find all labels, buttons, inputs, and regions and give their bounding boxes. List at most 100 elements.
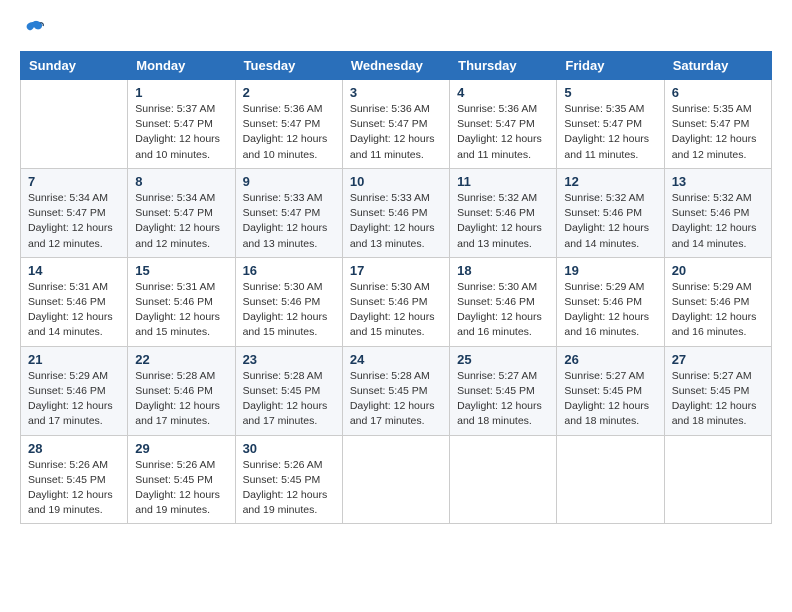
calendar-cell: 22 Sunrise: 5:28 AM Sunset: 5:46 PM Dayli… xyxy=(128,346,235,435)
day-info: Sunrise: 5:26 AM Sunset: 5:45 PM Dayligh… xyxy=(28,458,120,519)
calendar-cell: 8Sunrise: 5:34 AM Sunset: 5:47 PM Daylig… xyxy=(128,168,235,257)
calendar-cell: 2 Sunrise: 5:36 AM Sunset: 5:47 PM Daylig… xyxy=(235,80,342,169)
day-number: 17 xyxy=(350,263,442,278)
calendar-cell: 9 Sunrise: 5:33 AM Sunset: 5:47 PM Daylig… xyxy=(235,168,342,257)
day-info: Sunrise: 5:32 AM Sunset: 5:46 PM Dayligh… xyxy=(564,191,656,252)
day-info: Sunrise: 5:31 AM Sunset: 5:46 PM Dayligh… xyxy=(28,280,120,341)
day-info: Sunrise: 5:34 AM Sunset: 5:47 PM Dayligh… xyxy=(28,191,120,252)
calendar-cell: 4 Sunrise: 5:36 AM Sunset: 5:47 PM Daylig… xyxy=(450,80,557,169)
day-number: 21 xyxy=(28,352,120,367)
week-row-2: 14 Sunrise: 5:31 AM Sunset: 5:46 PM Dayli… xyxy=(21,257,772,346)
day-number: 10 xyxy=(350,174,442,189)
calendar-cell: 11 Sunrise: 5:32 AM Sunset: 5:46 PM Dayli… xyxy=(450,168,557,257)
calendar-cell: 26 Sunrise: 5:27 AM Sunset: 5:45 PM Dayli… xyxy=(557,346,664,435)
calendar-cell: 29 Sunrise: 5:26 AM Sunset: 5:45 PM Dayli… xyxy=(128,435,235,524)
header-thursday: Thursday xyxy=(450,52,557,80)
day-info: Sunrise: 5:29 AM Sunset: 5:46 PM Dayligh… xyxy=(28,369,120,430)
day-info: Sunrise: 5:27 AM Sunset: 5:45 PM Dayligh… xyxy=(564,369,656,430)
calendar-cell xyxy=(342,435,449,524)
day-number: 25 xyxy=(457,352,549,367)
day-number: 3 xyxy=(350,85,442,100)
day-number: 9 xyxy=(243,174,335,189)
day-number: 24 xyxy=(350,352,442,367)
calendar-cell xyxy=(664,435,771,524)
bird-icon xyxy=(22,20,44,43)
calendar-cell: 19 Sunrise: 5:29 AM Sunset: 5:46 PM Dayli… xyxy=(557,257,664,346)
calendar-cell: 24 Sunrise: 5:28 AM Sunset: 5:45 PM Dayli… xyxy=(342,346,449,435)
day-info: Sunrise: 5:35 AM Sunset: 5:47 PM Dayligh… xyxy=(564,102,656,163)
header-wednesday: Wednesday xyxy=(342,52,449,80)
calendar-cell: 30 Sunrise: 5:26 AM Sunset: 5:45 PM Dayli… xyxy=(235,435,342,524)
day-number: 1 xyxy=(135,85,227,100)
day-info: Sunrise: 5:27 AM Sunset: 5:45 PM Dayligh… xyxy=(672,369,764,430)
day-info: Sunrise: 5:26 AM Sunset: 5:45 PM Dayligh… xyxy=(243,458,335,519)
day-info: Sunrise: 5:32 AM Sunset: 5:46 PM Dayligh… xyxy=(457,191,549,252)
day-info: Sunrise: 5:37 AM Sunset: 5:47 PM Dayligh… xyxy=(135,102,227,163)
calendar-cell: 13Sunrise: 5:32 AM Sunset: 5:46 PM Dayli… xyxy=(664,168,771,257)
day-number: 12 xyxy=(564,174,656,189)
calendar-cell xyxy=(450,435,557,524)
calendar-cell: 20 Sunrise: 5:29 AM Sunset: 5:46 PM Dayli… xyxy=(664,257,771,346)
calendar-cell: 23Sunrise: 5:28 AM Sunset: 5:45 PM Dayli… xyxy=(235,346,342,435)
header-row: SundayMondayTuesdayWednesdayThursdayFrid… xyxy=(21,52,772,80)
day-info: Sunrise: 5:34 AM Sunset: 5:47 PM Dayligh… xyxy=(135,191,227,252)
day-info: Sunrise: 5:36 AM Sunset: 5:47 PM Dayligh… xyxy=(457,102,549,163)
calendar-cell: 15 Sunrise: 5:31 AM Sunset: 5:46 PM Dayli… xyxy=(128,257,235,346)
header-tuesday: Tuesday xyxy=(235,52,342,80)
calendar-cell: 7Sunrise: 5:34 AM Sunset: 5:47 PM Daylig… xyxy=(21,168,128,257)
week-row-0: 1 Sunrise: 5:37 AM Sunset: 5:47 PM Daylig… xyxy=(21,80,772,169)
day-info: Sunrise: 5:26 AM Sunset: 5:45 PM Dayligh… xyxy=(135,458,227,519)
header-monday: Monday xyxy=(128,52,235,80)
day-info: Sunrise: 5:29 AM Sunset: 5:46 PM Dayligh… xyxy=(672,280,764,341)
calendar-cell: 1 Sunrise: 5:37 AM Sunset: 5:47 PM Daylig… xyxy=(128,80,235,169)
day-info: Sunrise: 5:33 AM Sunset: 5:47 PM Dayligh… xyxy=(243,191,335,252)
day-info: Sunrise: 5:28 AM Sunset: 5:45 PM Dayligh… xyxy=(350,369,442,430)
calendar-cell: 12 Sunrise: 5:32 AM Sunset: 5:46 PM Dayli… xyxy=(557,168,664,257)
day-info: Sunrise: 5:36 AM Sunset: 5:47 PM Dayligh… xyxy=(350,102,442,163)
day-number: 28 xyxy=(28,441,120,456)
header-friday: Friday xyxy=(557,52,664,80)
day-info: Sunrise: 5:36 AM Sunset: 5:47 PM Dayligh… xyxy=(243,102,335,163)
calendar-cell: 28 Sunrise: 5:26 AM Sunset: 5:45 PM Dayli… xyxy=(21,435,128,524)
calendar-cell xyxy=(21,80,128,169)
calendar-body: 1 Sunrise: 5:37 AM Sunset: 5:47 PM Daylig… xyxy=(21,80,772,524)
day-number: 15 xyxy=(135,263,227,278)
day-info: Sunrise: 5:30 AM Sunset: 5:46 PM Dayligh… xyxy=(457,280,549,341)
day-info: Sunrise: 5:35 AM Sunset: 5:47 PM Dayligh… xyxy=(672,102,764,163)
day-info: Sunrise: 5:33 AM Sunset: 5:46 PM Dayligh… xyxy=(350,191,442,252)
day-number: 20 xyxy=(672,263,764,278)
calendar-cell: 3 Sunrise: 5:36 AM Sunset: 5:47 PM Daylig… xyxy=(342,80,449,169)
day-number: 18 xyxy=(457,263,549,278)
calendar-cell: 6Sunrise: 5:35 AM Sunset: 5:47 PM Daylig… xyxy=(664,80,771,169)
day-number: 29 xyxy=(135,441,227,456)
day-number: 30 xyxy=(243,441,335,456)
week-row-4: 28 Sunrise: 5:26 AM Sunset: 5:45 PM Dayli… xyxy=(21,435,772,524)
day-info: Sunrise: 5:28 AM Sunset: 5:45 PM Dayligh… xyxy=(243,369,335,430)
day-number: 5 xyxy=(564,85,656,100)
day-number: 26 xyxy=(564,352,656,367)
header-saturday: Saturday xyxy=(664,52,771,80)
day-number: 11 xyxy=(457,174,549,189)
day-number: 14 xyxy=(28,263,120,278)
calendar-header: SundayMondayTuesdayWednesdayThursdayFrid… xyxy=(21,52,772,80)
day-number: 22 xyxy=(135,352,227,367)
day-info: Sunrise: 5:29 AM Sunset: 5:46 PM Dayligh… xyxy=(564,280,656,341)
day-info: Sunrise: 5:27 AM Sunset: 5:45 PM Dayligh… xyxy=(457,369,549,430)
day-number: 19 xyxy=(564,263,656,278)
header-sunday: Sunday xyxy=(21,52,128,80)
day-number: 2 xyxy=(243,85,335,100)
calendar-cell: 27 Sunrise: 5:27 AM Sunset: 5:45 PM Dayli… xyxy=(664,346,771,435)
day-number: 27 xyxy=(672,352,764,367)
week-row-3: 21 Sunrise: 5:29 AM Sunset: 5:46 PM Dayli… xyxy=(21,346,772,435)
calendar-cell xyxy=(557,435,664,524)
week-row-1: 7Sunrise: 5:34 AM Sunset: 5:47 PM Daylig… xyxy=(21,168,772,257)
logo xyxy=(20,20,44,43)
day-info: Sunrise: 5:30 AM Sunset: 5:46 PM Dayligh… xyxy=(243,280,335,341)
calendar-table: SundayMondayTuesdayWednesdayThursdayFrid… xyxy=(20,51,772,524)
day-info: Sunrise: 5:28 AM Sunset: 5:46 PM Dayligh… xyxy=(135,369,227,430)
calendar-cell: 14 Sunrise: 5:31 AM Sunset: 5:46 PM Dayli… xyxy=(21,257,128,346)
calendar-cell: 25 Sunrise: 5:27 AM Sunset: 5:45 PM Dayli… xyxy=(450,346,557,435)
day-number: 4 xyxy=(457,85,549,100)
day-number: 16 xyxy=(243,263,335,278)
day-info: Sunrise: 5:31 AM Sunset: 5:46 PM Dayligh… xyxy=(135,280,227,341)
